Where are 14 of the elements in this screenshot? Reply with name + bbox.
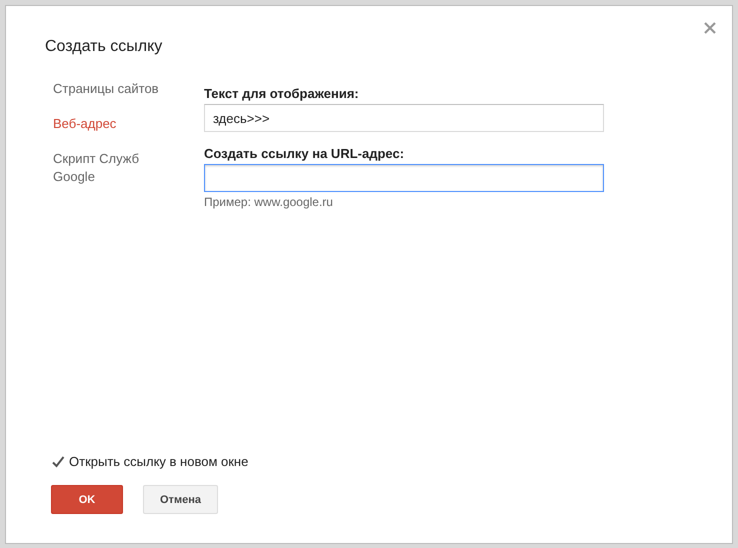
checkbox-label: Открыть ссылку в новом окне: [69, 454, 248, 469]
ok-button[interactable]: OK: [51, 485, 123, 514]
sidebar-item[interactable]: Страницы сайтов: [45, 80, 165, 98]
field-label: Создать ссылку на URL-адрес:: [204, 146, 404, 161]
field-label: Текст для отображения:: [204, 86, 359, 101]
hint-text: Пример: www.google.ru: [204, 195, 333, 209]
checkbox[interactable]: [51, 454, 65, 468]
input-field[interactable]: [204, 164, 604, 192]
close-icon[interactable]: [704, 22, 716, 34]
dialog-title: Создать ссылку: [45, 38, 162, 56]
sidebar-item[interactable]: Скрипт Служб Google: [45, 150, 165, 186]
cancel-button[interactable]: Отмена: [143, 485, 218, 514]
input-field[interactable]: здесь>>>: [204, 104, 604, 132]
sidebar-item[interactable]: Веб-адрес: [45, 115, 165, 133]
